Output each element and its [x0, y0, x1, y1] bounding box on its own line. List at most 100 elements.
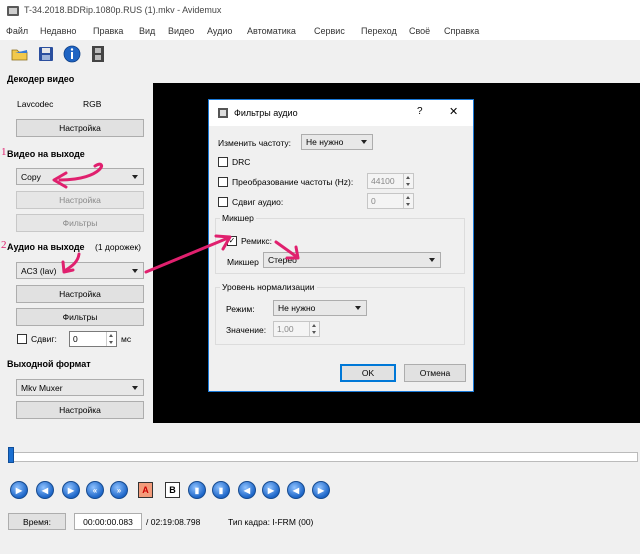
mixer-label: Микшер [227, 257, 259, 267]
audio-shift-label: Сдвиг аудио: [232, 197, 284, 207]
rewind-button[interactable]: « [86, 481, 104, 499]
menu-automation[interactable]: Автоматика [247, 26, 296, 36]
next-black-frame-button[interactable]: ▶ [312, 481, 330, 499]
video-settings-button[interactable]: Настройка [16, 191, 144, 209]
previous-frame-button[interactable]: ◀ [36, 481, 54, 499]
audio-shift-value: 0 [371, 196, 376, 206]
audio-shift-checkbox[interactable] [17, 334, 27, 344]
mark-b-button[interactable]: B [165, 482, 180, 498]
previous-icon: ◀ [41, 485, 49, 495]
info-icon[interactable] [62, 44, 82, 64]
avidemux-app-icon [7, 6, 19, 16]
play-icon: ▶ [15, 485, 23, 495]
time-button[interactable]: Время: [8, 513, 66, 530]
timeline-slider[interactable] [8, 452, 638, 462]
dialog-title: Фильтры аудио [234, 108, 298, 118]
go-to-a-icon: ▮ [194, 485, 200, 495]
change-rate-value: Не нужно [306, 137, 344, 147]
muxer-select[interactable]: Mkv Muxer [16, 379, 144, 396]
audio-shift-input[interactable]: 0 [367, 193, 414, 209]
audio-shift-input[interactable]: 0 [69, 331, 117, 347]
audio-codec-select[interactable]: AC3 (lav) [16, 262, 144, 279]
remix-label: Ремикс: [241, 236, 273, 246]
resample-value: 44100 [371, 176, 395, 186]
norm-value: 1,00 [277, 324, 294, 334]
menu-go[interactable]: Переход [361, 26, 397, 36]
spin-arrows-icon[interactable] [403, 194, 413, 208]
video-filters-button[interactable]: Фильтры [16, 214, 144, 232]
video-codec-select[interactable]: Copy [16, 168, 144, 185]
timeline [0, 430, 640, 470]
muxer-value: Mkv Muxer [21, 382, 63, 393]
title-bar: T-34.2018.BDRip.1080p.RUS (1).mkv - Avid… [0, 0, 640, 22]
next-frame-button[interactable]: ▶ [62, 481, 80, 499]
menu-help[interactable]: Справка [444, 26, 479, 36]
previous-black-icon: ◀ [292, 485, 300, 495]
muxer-settings-button[interactable]: Настройка [16, 401, 144, 419]
total-time: / 02:19:08.798 [146, 517, 201, 527]
next-black-icon: ▶ [317, 485, 325, 495]
film-strip-icon[interactable] [88, 44, 108, 64]
audio-filters-dialog: Фильтры аудио ? ✕ Изменить частоту: Не н… [208, 99, 474, 392]
spin-arrows-icon[interactable] [309, 322, 319, 336]
menu-view[interactable]: Вид [139, 26, 155, 36]
spin-arrows-icon[interactable] [403, 174, 413, 188]
annotation-number-1: 1 [1, 146, 7, 158]
video-codec-value: Copy [21, 171, 41, 182]
menu-edit[interactable]: Правка [93, 26, 123, 36]
chevron-down-icon [429, 258, 435, 262]
drc-label: DRC [232, 157, 251, 167]
cancel-button[interactable]: Отмена [404, 364, 466, 382]
previous-keyframe-button[interactable]: ◀ [238, 481, 256, 499]
chevron-down-icon [361, 140, 367, 144]
menu-file[interactable]: Файл [6, 26, 28, 36]
mixer-select[interactable]: Стерео [263, 252, 441, 268]
remix-checkbox[interactable]: ✓ [227, 236, 237, 246]
current-time-field[interactable]: 00:00:00.083 [74, 513, 142, 530]
norm-mode-label: Режим: [226, 304, 255, 314]
change-rate-select[interactable]: Не нужно [301, 134, 373, 150]
play-button[interactable]: ▶ [10, 481, 28, 499]
audio-filters-button[interactable]: Фильтры [16, 308, 144, 326]
spin-arrows-icon[interactable] [106, 332, 116, 346]
ok-button[interactable]: OK [340, 364, 396, 382]
menu-custom[interactable]: Своё [409, 26, 430, 36]
decoder-settings-button[interactable]: Настройка [16, 119, 144, 137]
rewind-icon: « [92, 485, 98, 495]
menu-bar: Файл Недавно Правка Вид Видео Аудио Авто… [0, 22, 640, 40]
menu-recent[interactable]: Недавно [40, 26, 76, 36]
resample-checkbox[interactable] [218, 177, 228, 187]
menu-tools[interactable]: Сервис [314, 26, 345, 36]
drc-checkbox[interactable] [218, 157, 228, 167]
audio-shift-checkbox[interactable] [218, 197, 228, 207]
toolbar [0, 40, 640, 68]
previous-black-frame-button[interactable]: ◀ [287, 481, 305, 499]
audio-shift-unit: мс [121, 334, 132, 344]
audio-output-title: Аудио на выходе [7, 242, 85, 252]
norm-mode-select[interactable]: Не нужно [273, 300, 367, 316]
chevron-down-icon [132, 385, 138, 390]
next-keyframe-icon: ▶ [267, 485, 275, 495]
video-decoder-title: Декодер видео [7, 74, 75, 84]
close-icon[interactable]: ✕ [449, 105, 458, 118]
open-folder-icon[interactable] [10, 44, 30, 64]
timeline-thumb[interactable] [8, 447, 14, 463]
audio-settings-button[interactable]: Настройка [16, 285, 144, 303]
audio-shift-label: Сдвиг: [31, 334, 57, 344]
help-button[interactable]: ? [417, 106, 423, 117]
mark-a-button[interactable]: A [138, 482, 153, 498]
go-to-a-button[interactable]: ▮ [188, 481, 206, 499]
next-keyframe-button[interactable]: ▶ [262, 481, 280, 499]
audio-shift-value: 0 [73, 334, 78, 344]
menu-audio[interactable]: Аудио [207, 26, 232, 36]
dialog-title-bar: Фильтры аудио ? ✕ [209, 100, 473, 126]
left-panel: Декодер видео Lavcodec RGB Настройка 1 В… [0, 68, 152, 430]
norm-value-input[interactable]: 1,00 [273, 321, 320, 337]
mixer-value: Стерео [268, 255, 297, 265]
fast-forward-button[interactable]: » [110, 481, 128, 499]
save-disk-icon[interactable] [36, 44, 56, 64]
go-to-b-button[interactable]: ▮ [212, 481, 230, 499]
resample-input[interactable]: 44100 [367, 173, 414, 189]
menu-video[interactable]: Видео [168, 26, 194, 36]
window-title: T-34.2018.BDRip.1080p.RUS (1).mkv - Avid… [24, 5, 222, 15]
